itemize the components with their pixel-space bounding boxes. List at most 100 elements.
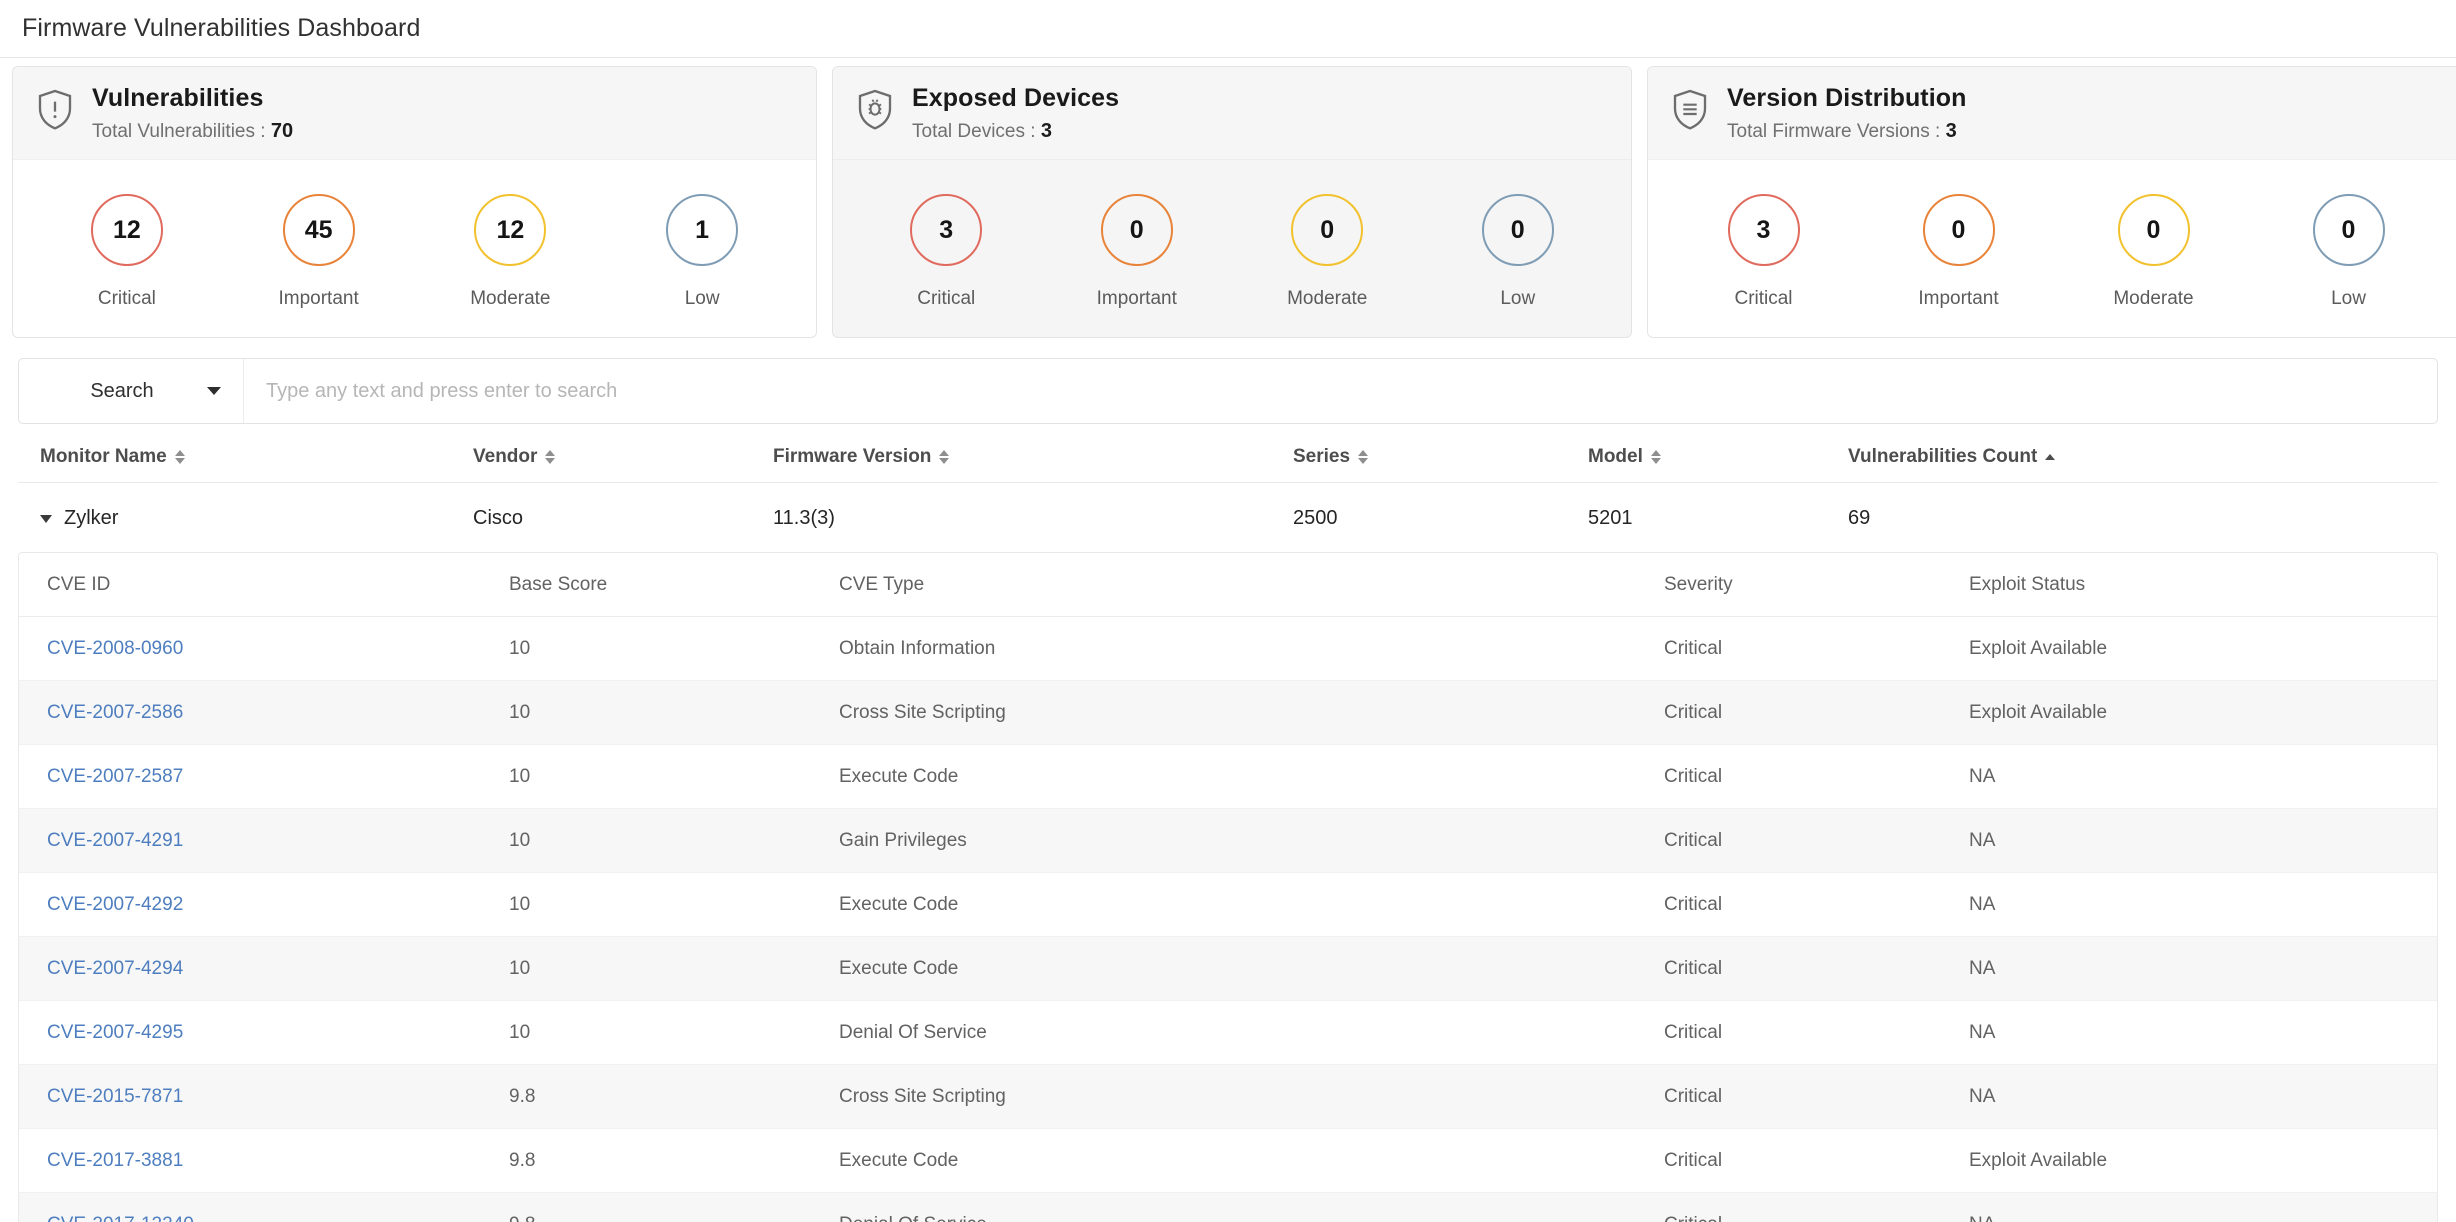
cve-table-row[interactable]: CVE-2007-429510Denial Of ServiceCritical… [19, 1001, 2437, 1065]
search-bar: Search [18, 358, 2438, 424]
cell-model: 5201 [1588, 507, 1848, 530]
cell-severity: Critical [1664, 1150, 1969, 1172]
cve-table-row[interactable]: CVE-2008-096010Obtain InformationCritica… [19, 617, 2437, 681]
stat-critical[interactable]: 12 Critical [42, 194, 212, 310]
stat-important[interactable]: 0 Important [1874, 194, 2044, 310]
stat-important[interactable]: 0 Important [1052, 194, 1222, 310]
column-label: Vulnerabilities Count [1848, 446, 2037, 468]
stat-label-critical: Critical [1734, 288, 1792, 310]
stat-circle-low: 0 [2313, 194, 2385, 266]
stat-circle-moderate: 0 [2118, 194, 2190, 266]
cve-table-row[interactable]: CVE-2007-429410Execute CodeCriticalNA [19, 937, 2437, 1001]
cell-cve-type: Cross Site Scripting [839, 702, 1664, 724]
cve-table-row[interactable]: CVE-2007-2586 10Cross Site ScriptingCriti… [19, 681, 2437, 745]
column-header-vulnerabilities-count[interactable]: Vulnerabilities Count [1848, 446, 2178, 468]
cve-id-link[interactable]: CVE-2007-4291 [47, 830, 183, 851]
stat-label-critical: Critical [917, 288, 975, 310]
stat-label-moderate: Moderate [1287, 288, 1367, 310]
sort-icon-active-ascending[interactable] [2045, 454, 2055, 460]
cve-id-link[interactable]: CVE-2008-0960 [47, 638, 183, 659]
page-header: Firmware Vulnerabilities Dashboard [0, 0, 2456, 58]
cell-severity: Critical [1664, 1086, 1969, 1108]
column-label: Vendor [473, 446, 537, 468]
cell-base-score: 9.8 [509, 1150, 839, 1172]
stat-moderate[interactable]: 0 Moderate [1242, 194, 1412, 310]
search-section: Search [0, 338, 2456, 424]
stat-critical[interactable]: 3 Critical [1679, 194, 1849, 310]
column-header-monitor-name[interactable]: Monitor Name [18, 446, 473, 468]
cve-id-link[interactable]: CVE-2007-2587 [47, 766, 183, 787]
stat-label-important: Important [1918, 288, 1998, 310]
column-header-series[interactable]: Series [1293, 446, 1588, 468]
cve-table-header: CVE ID Base Score CVE Type Severity Expl… [19, 553, 2437, 617]
stat-low[interactable]: 0 Low [2264, 194, 2434, 310]
card-title: Exposed Devices [912, 84, 1119, 113]
card-subtitle: Total Firmware Versions : 3 [1727, 120, 1967, 143]
sort-icon[interactable] [939, 450, 949, 464]
stat-moderate[interactable]: 0 Moderate [2069, 194, 2239, 310]
cve-id-link[interactable]: CVE-2007-2586 [47, 702, 183, 723]
cell-base-score: 10 [509, 894, 839, 916]
cve-id-link[interactable]: CVE-2007-4292 [47, 894, 183, 915]
cve-id-link[interactable]: CVE-2017-3881 [47, 1150, 183, 1171]
column-header-model[interactable]: Model [1588, 446, 1848, 468]
cell-exploit-status: Exploit Available [1969, 702, 2399, 724]
cell-exploit-status: Exploit Available [1969, 638, 2399, 660]
sort-icon[interactable] [545, 450, 555, 464]
card-title: Version Distribution [1727, 84, 1967, 113]
cve-table-row[interactable]: CVE-2007-429110Gain PrivilegesCriticalNA [19, 809, 2437, 873]
stat-label-important: Important [1097, 288, 1177, 310]
cell-vulnerabilities-count: 69 [1848, 507, 2178, 530]
card-version-distribution[interactable]: Version Distribution Total Firmware Vers… [1647, 66, 2456, 338]
cell-base-score: 9.8 [509, 1214, 839, 1222]
stat-moderate[interactable]: 12 Moderate [425, 194, 595, 310]
sort-icon[interactable] [1651, 450, 1661, 464]
cve-table-row[interactable]: CVE-2017-122409.8Denial Of ServiceCritic… [19, 1193, 2437, 1222]
stat-low[interactable]: 1 Low [617, 194, 787, 310]
search-scope-dropdown[interactable]: Search [19, 359, 244, 423]
sort-icon[interactable] [1358, 450, 1368, 464]
card-subtitle-value: 70 [271, 120, 293, 142]
cve-table-row[interactable]: CVE-2007-429210Execute CodeCriticalNA [19, 873, 2437, 937]
cve-table-row[interactable]: CVE-2017-38819.8Execute CodeCriticalExpl… [19, 1129, 2437, 1193]
column-header-firmware-version[interactable]: Firmware Version [773, 446, 1293, 468]
stat-label-low: Low [2331, 288, 2366, 310]
cell-severity: Critical [1664, 958, 1969, 980]
devices-table: Monitor Name Vendor Firmware Version Ser… [0, 446, 2456, 552]
cell-severity: Critical [1664, 1022, 1969, 1044]
monitor-name-value: Zylker [64, 507, 118, 530]
cve-id-link[interactable]: CVE-2007-4294 [47, 958, 183, 979]
cell-base-score: 10 [509, 638, 839, 660]
cell-base-score: 10 [509, 1022, 839, 1044]
cell-severity: Critical [1664, 830, 1969, 852]
cve-id-link[interactable]: CVE-2017-12240 [47, 1214, 194, 1222]
stat-important[interactable]: 45 Important [234, 194, 404, 310]
cell-exploit-status: NA [1969, 1086, 2399, 1108]
column-header-exploit-status: Exploit Status [1969, 574, 2399, 596]
card-exposed-devices[interactable]: Exposed Devices Total Devices : 3 3 Crit… [832, 66, 1632, 338]
cell-severity: Critical [1664, 702, 1969, 724]
sort-icon[interactable] [175, 450, 185, 464]
card-vulnerabilities[interactable]: Vulnerabilities Total Vulnerabilities : … [12, 66, 817, 338]
column-header-vendor[interactable]: Vendor [473, 446, 773, 468]
cell-base-score: 10 [509, 830, 839, 852]
stat-critical[interactable]: 3 Critical [861, 194, 1031, 310]
cell-base-score: 10 [509, 702, 839, 724]
stat-circle-moderate: 12 [474, 194, 546, 266]
cve-table-row[interactable]: CVE-2015-78719.8Cross Site ScriptingCrit… [19, 1065, 2437, 1129]
column-label: Series [1293, 446, 1350, 468]
search-input[interactable] [244, 359, 2437, 423]
cell-severity: Critical [1664, 1214, 1969, 1222]
cell-severity: Critical [1664, 766, 1969, 788]
stat-circle-low: 0 [1482, 194, 1554, 266]
device-row[interactable]: Zylker Cisco 11.3(3) 2500 5201 69 [18, 483, 2438, 552]
stat-circle-low: 1 [666, 194, 738, 266]
cell-cve-type: Execute Code [839, 894, 1664, 916]
card-subtitle: Total Vulnerabilities : 70 [92, 120, 293, 143]
cve-table-row[interactable]: CVE-2007-258710Execute CodeCriticalNA [19, 745, 2437, 809]
cve-id-link[interactable]: CVE-2007-4295 [47, 1022, 183, 1043]
cell-cve-type: Obtain Information [839, 638, 1664, 660]
cve-id-link[interactable]: CVE-2015-7871 [47, 1086, 183, 1107]
expand-collapse-icon[interactable] [40, 515, 52, 523]
stat-low[interactable]: 0 Low [1433, 194, 1603, 310]
